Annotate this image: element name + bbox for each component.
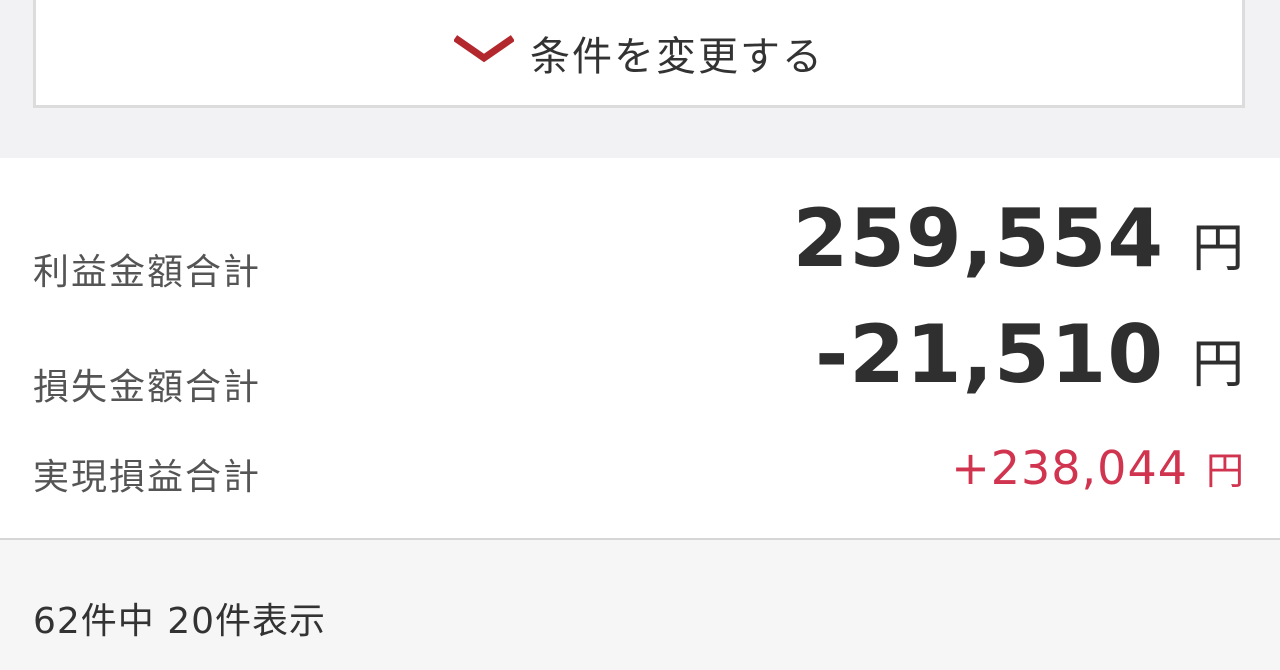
profit-total-unit: 円 xyxy=(1191,219,1244,279)
chevron-down-icon xyxy=(454,35,514,63)
realized-total-label: 実現損益合計 xyxy=(33,457,262,498)
realized-total-value-group: +238,044 円 xyxy=(951,440,1244,495)
change-conditions-button[interactable]: 条件を変更する xyxy=(33,0,1245,108)
loss-total-label: 損失金額合計 xyxy=(33,367,262,408)
realized-total-unit: 円 xyxy=(1205,449,1244,493)
realized-total-value: +238,044 xyxy=(951,441,1188,495)
profit-total-label: 利益金額合計 xyxy=(33,252,262,293)
profit-total-value: 259,554 xyxy=(792,192,1164,285)
change-conditions-label: 条件を変更する xyxy=(530,34,824,80)
profit-total-row: 利益金額合計 259,554 円 xyxy=(0,192,1280,308)
results-count-bar: 62件中 20件表示 xyxy=(0,540,1280,670)
loss-total-value: -21,510 xyxy=(815,308,1164,401)
profit-total-value-group: 259,554 円 xyxy=(793,192,1244,285)
filter-area: 条件を変更する xyxy=(0,0,1280,158)
realized-total-row: 実現損益合計 +238,044 円 xyxy=(0,428,1280,518)
loss-total-value-group: -21,510 円 xyxy=(815,308,1244,401)
loss-total-unit: 円 xyxy=(1191,335,1244,395)
loss-total-row: 損失金額合計 -21,510 円 xyxy=(0,308,1280,418)
results-count-text: 62件中 20件表示 xyxy=(33,601,327,642)
profit-loss-summary: 利益金額合計 259,554 円 損失金額合計 -21,510 円 実現損益合計… xyxy=(0,158,1280,538)
